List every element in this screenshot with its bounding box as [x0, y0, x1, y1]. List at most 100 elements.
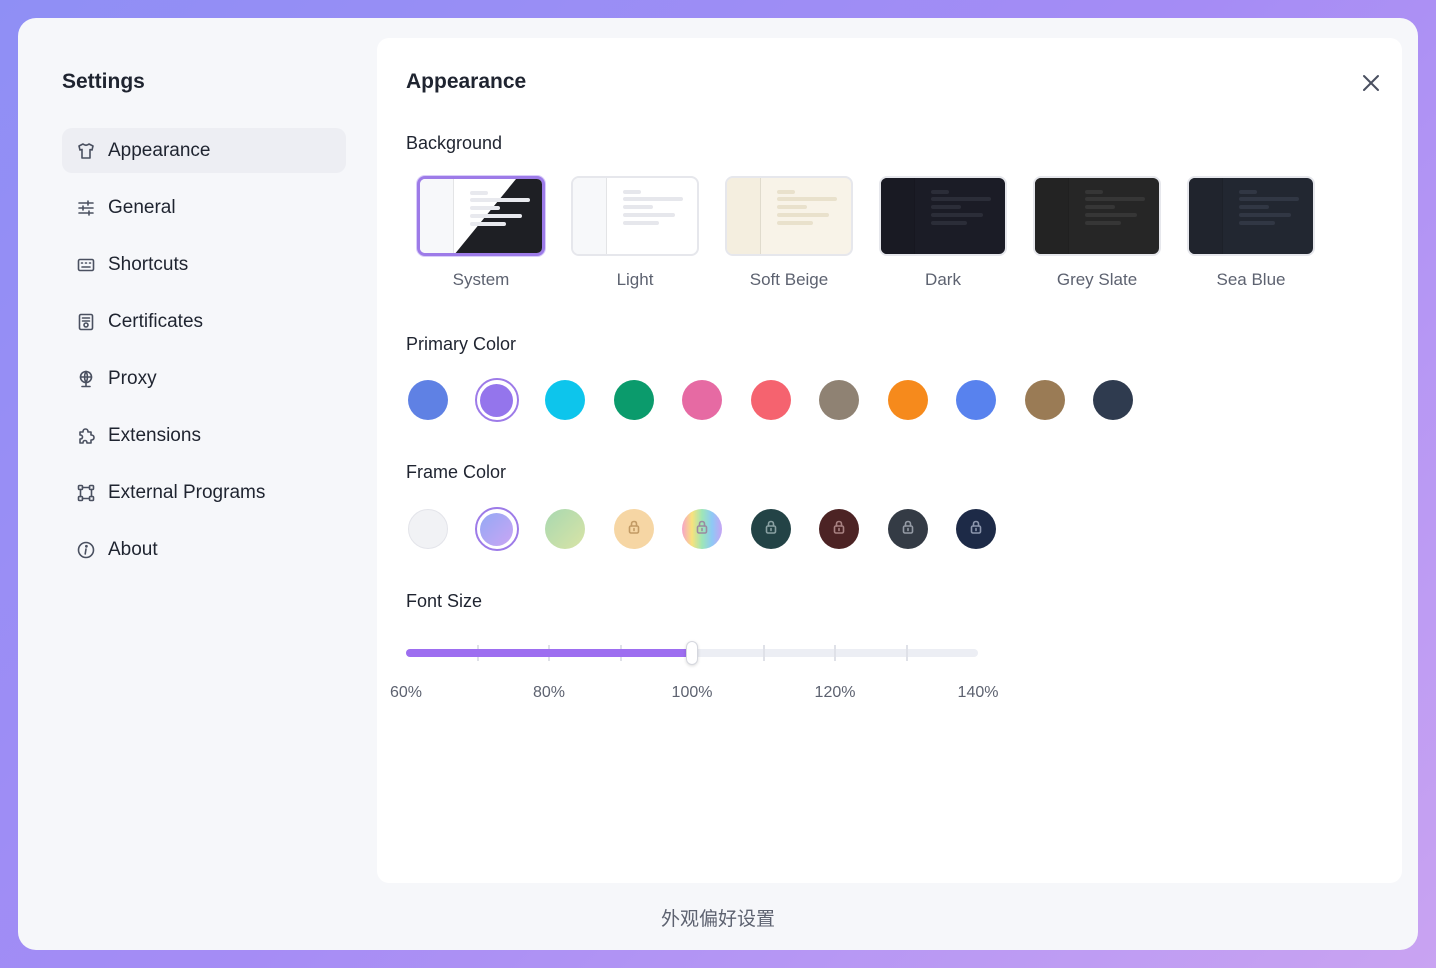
frame-color-swatch[interactable] [406, 507, 450, 551]
frame-color-swatches [406, 507, 1023, 551]
caption: 外观偏好设置 [660, 909, 775, 930]
lock-icon [626, 519, 642, 540]
sidebar-nav: Appearance General Shortcuts Certificates Pr… [62, 128, 346, 584]
frame-color-swatch[interactable] [680, 507, 724, 551]
font-size-tick-label: 80% [532, 684, 566, 701]
background-option-soft-beige[interactable]: Soft Beige [712, 176, 866, 290]
background-option-light[interactable]: Light [558, 176, 712, 290]
close-button[interactable] [1360, 72, 1382, 94]
info-icon [76, 540, 96, 560]
primary-color-swatches [406, 378, 1160, 422]
sidebar-item-label: General [108, 196, 176, 218]
primary-color-swatch[interactable] [954, 378, 998, 422]
background-option-dark[interactable]: Dark [866, 176, 1020, 290]
sidebar-title: Settings [62, 70, 145, 93]
primary-color-swatch[interactable] [612, 378, 656, 422]
primary-color-swatch[interactable] [680, 378, 724, 422]
frame-color-swatch[interactable] [817, 507, 861, 551]
lock-icon [694, 519, 710, 540]
sidebar-item-proxy[interactable]: Proxy [62, 356, 346, 401]
background-option-sea-blue[interactable]: Sea Blue [1174, 176, 1328, 290]
slider-tick [762, 645, 765, 661]
background-thumbnail [725, 176, 853, 256]
shirt-icon [76, 141, 96, 161]
primary-color-swatch[interactable] [543, 378, 587, 422]
frame-color-swatch[interactable] [543, 507, 587, 551]
font-size-tick-label: 120% [814, 684, 856, 701]
font-size-slider[interactable] [406, 638, 978, 668]
primary-color-label: Primary Color [406, 334, 517, 354]
sidebar-item-label: External Programs [108, 481, 266, 503]
primary-color-swatch[interactable] [1023, 378, 1067, 422]
lock-icon [968, 519, 984, 540]
frame-color-swatch[interactable] [612, 507, 656, 551]
swatch-fill [613, 509, 654, 549]
sidebar-item-label: Appearance [108, 139, 211, 161]
sidebar: Settings Appearance General Shortcuts Certi… [18, 18, 376, 950]
background-option-grey-slate[interactable]: Grey Slate [1020, 176, 1174, 290]
sidebar-item-label: Shortcuts [108, 253, 189, 275]
certificate-icon [76, 312, 96, 332]
swatch-fill [956, 509, 996, 549]
swatch-fill [545, 509, 585, 549]
frame-color-swatch[interactable] [474, 507, 519, 551]
primary-color-swatch[interactable] [817, 378, 861, 422]
swatch-fill [682, 380, 722, 420]
background-thumbnail [571, 176, 699, 256]
background-thumbnail [417, 176, 545, 256]
font-size-tick-label: 140% [957, 684, 999, 701]
swatch-fill [887, 380, 928, 420]
swatch-fill [750, 509, 791, 549]
settings-window: Settings Appearance General Shortcuts Certi… [18, 18, 1418, 950]
slider-fill [406, 649, 692, 657]
sidebar-item-general[interactable]: General [62, 185, 346, 230]
slider-thumb[interactable] [686, 641, 698, 665]
swatch-fill [750, 380, 791, 420]
swatch-fill [956, 380, 996, 420]
background-options: System Light Soft Beige Dark Grey Slate Sea B… [404, 176, 1328, 290]
frame-color-swatch[interactable] [749, 507, 793, 551]
swatch-fill [819, 380, 859, 420]
sidebar-item-appearance[interactable]: Appearance [62, 128, 346, 173]
background-option-label: Light [616, 270, 654, 289]
close-icon [1363, 75, 1379, 91]
primary-color-swatch[interactable] [406, 378, 450, 422]
sliders-icon [76, 198, 96, 218]
background-thumbnail [1033, 176, 1161, 256]
background-option-system[interactable]: System [404, 176, 558, 290]
font-size-tick-labels: 60% 80% 100% 120% 140% [390, 684, 998, 706]
swatch-fill [480, 512, 513, 546]
font-size-tick-label: 60% [389, 684, 423, 701]
sidebar-item-about[interactable]: About [62, 527, 346, 572]
sidebar-item-label: Certificates [108, 310, 204, 332]
background-thumbnail [1187, 176, 1315, 256]
primary-color-swatch[interactable] [1091, 378, 1135, 422]
sidebar-item-label: Proxy [108, 367, 157, 389]
sidebar-item-label: About [108, 538, 158, 560]
swatch-fill [408, 380, 448, 420]
primary-color-swatch[interactable] [474, 378, 519, 422]
background-option-label: System [452, 270, 510, 289]
keyboard-icon [76, 255, 96, 275]
primary-color-swatch[interactable] [749, 378, 793, 422]
sidebar-item-label: Extensions [108, 424, 201, 446]
background-option-label: Dark [925, 270, 961, 289]
background-thumbnail [879, 176, 1007, 256]
swatch-fill [408, 509, 448, 549]
frame-color-swatch[interactable] [954, 507, 998, 551]
sidebar-item-extensions[interactable]: Extensions [62, 413, 346, 458]
lock-icon [831, 519, 847, 540]
swatch-fill [819, 509, 859, 549]
sidebar-item-shortcuts[interactable]: Shortcuts [62, 242, 346, 287]
lock-icon [900, 519, 916, 540]
sidebar-item-certificates[interactable]: Certificates [62, 299, 346, 344]
swatch-fill [545, 380, 585, 420]
background-option-label: Soft Beige [749, 270, 829, 289]
puzzle-icon [76, 426, 96, 446]
swatch-fill [682, 509, 722, 549]
sidebar-item-external-programs[interactable]: External Programs [62, 470, 346, 515]
swatch-fill [1024, 380, 1065, 420]
primary-color-swatch[interactable] [886, 378, 930, 422]
frame-color-swatch[interactable] [886, 507, 930, 551]
background-option-label: Grey Slate [1056, 270, 1138, 289]
